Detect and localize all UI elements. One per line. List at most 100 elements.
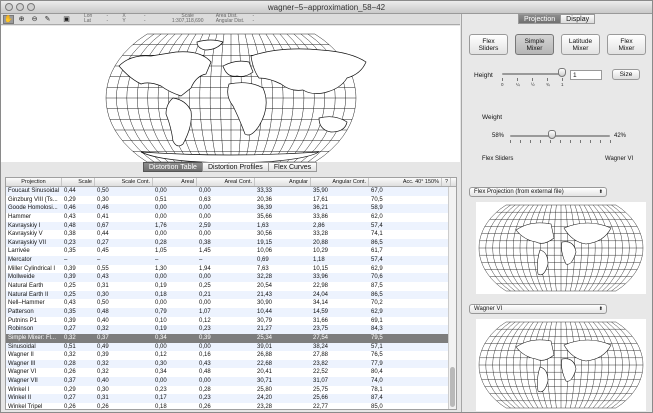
map-toolbar: ✋ ⊕ ⊖ ✎ ▣ Lon Lat -- XY -- Scale 1:307,118… [1, 14, 460, 25]
table-cell: 0,51 [64, 343, 76, 350]
height-value-field[interactable]: 1 [570, 70, 602, 80]
table-row[interactable]: Sinusoidal 0,51 0,49 0,00 0,00 39,01 38,24 57,1 [6, 342, 456, 352]
table-row[interactable]: Foucaut Sinusoidal 0,44 0,50 0,00 0,00 33,33 3… [6, 187, 456, 196]
zoom-window-button[interactable] [27, 3, 35, 11]
weight-slider-knob[interactable] [548, 130, 556, 139]
hand-tool-icon[interactable]: ✋ [3, 14, 14, 24]
table-cell: 0,48 [199, 369, 211, 376]
size-button[interactable]: Size [612, 69, 640, 80]
table-row[interactable]: Wagner VI 0,26 0,32 0,34 0,48 20,41 22,52 80,4 [6, 368, 456, 377]
table-cell: Kavrayskiy V [8, 231, 43, 238]
slider-tick [502, 78, 503, 81]
table-cell: 0,30 [155, 360, 167, 367]
table-cell: 1,07 [199, 308, 211, 315]
height-slider-knob[interactable] [558, 68, 566, 77]
minimize-window-button[interactable] [16, 3, 24, 11]
table-cell: Robinson [8, 326, 34, 333]
table-cell: Kavrayskiy I [8, 222, 41, 229]
table-cell: 0,35 [64, 308, 76, 315]
table-row[interactable]: Winkel I 0,29 0,30 0,23 0,28 25,80 25,75 78,1 [6, 386, 456, 395]
height-label: Height [474, 72, 493, 79]
table-row[interactable]: Putnins P1 0,39 0,40 0,10 0,12 30,79 31,66 69,1 [6, 317, 456, 326]
slider-tick-label: ½ [531, 82, 535, 87]
table-row[interactable]: Nell–Hammer 0,43 0,50 0,00 0,00 30,90 34,14 70,… [6, 299, 456, 308]
table-row[interactable]: Wagner II 0,32 0,39 0,12 0,16 26,88 27,88 76,5 [6, 351, 456, 360]
table-cell: 20,36 [257, 196, 273, 203]
table-row[interactable]: Wagner VII 0,37 0,40 0,00 0,00 30,71 31,07 74,0 [6, 377, 456, 386]
main-map-view[interactable] [1, 26, 460, 167]
table-row[interactable]: Ginzburg VIII (Ts... 0,29 0,30 0,51 0,63 20,3… [6, 196, 456, 205]
table-row[interactable]: Mercator – – – – 0,69 1,18 57,4 [6, 256, 456, 265]
table-row[interactable]: Simple Mixer: Fl... 0,32 0,37 0,34 0,39 25,34… [6, 333, 456, 343]
table-cell: 20,88 [313, 239, 329, 246]
fit-icon[interactable]: ▣ [61, 15, 72, 24]
table-cell: 0,34 [155, 334, 167, 341]
column-header[interactable]: Areal [153, 178, 197, 186]
slider-tick [540, 140, 541, 143]
table-cell: 36,21 [313, 205, 329, 212]
table-scrollbar[interactable] [448, 187, 456, 409]
table-row[interactable]: Winkel Tripel 0,26 0,26 0,18 0,26 23,28 22,77 8… [6, 403, 456, 409]
tab-distortion-table[interactable]: Distortion Table [142, 162, 203, 172]
table-row[interactable]: Goode Homolosi... 0,46 0,46 0,00 0,00 36,39 36… [6, 204, 456, 213]
second-projection-select[interactable]: Wagner VI ⬍ [469, 304, 607, 314]
flex-sliders-button[interactable]: Flex Sliders [469, 34, 508, 55]
table-row[interactable]: Mollweide 0,39 0,43 0,00 0,00 32,28 33,96 70,6 [6, 273, 456, 283]
table-cell: 0,00 [155, 274, 167, 281]
table-row[interactable]: Robinson 0,27 0,32 0,19 0,23 21,27 23,75 84,3 [6, 325, 456, 334]
column-header[interactable]: Acc. 40° 150% [369, 178, 442, 186]
table-cell: 10,44 [257, 308, 273, 315]
table-cell: Putnins P1 [8, 317, 38, 324]
table-cell: Winkel I [8, 386, 30, 393]
latitude-mixer-button[interactable]: Latitude Mixer [561, 34, 600, 55]
tab-display[interactable]: Display [560, 14, 596, 24]
weight-slider[interactable] [510, 135, 610, 137]
table-row[interactable]: Patterson 0,35 0,48 0,79 1,07 10,44 14,59 62,9 [6, 307, 456, 317]
column-header[interactable]: Scale [62, 178, 95, 186]
table-row[interactable]: Miller Cylindrical I 0,39 0,55 1,30 1,94 7,63… [6, 265, 456, 274]
chevron-down-icon: ⬍ [598, 189, 603, 195]
table-cell: 0,40 [97, 317, 109, 324]
zoom-out-icon[interactable]: ⊖ [29, 15, 40, 24]
table-row[interactable]: Larrivée 0,35 0,45 1,05 1,45 10,06 10,29 61,7 [6, 247, 456, 256]
table-row[interactable]: Natural Earth 0,25 0,31 0,19 0,25 20,54 22,98 8… [6, 282, 456, 291]
column-header[interactable]: Projection [6, 178, 62, 186]
column-header[interactable]: Angular Cont. [311, 178, 369, 186]
table-cell: 24,04 [313, 291, 329, 298]
table-cell: 1,63 [257, 222, 269, 229]
pencil-icon[interactable]: ✎ [42, 15, 53, 24]
window-title: wagner−5−approximation_58−42 [267, 3, 386, 12]
table-cell: 25,80 [257, 386, 273, 393]
column-header[interactable]: Scale Cont. [95, 178, 153, 186]
chevron-down-icon: ⬍ [598, 306, 603, 312]
table-cell: Kavrayskiy VII [8, 239, 47, 246]
table-row[interactable]: Kavrayskiy V 0,38 0,44 0,00 0,00 30,56 33,28 74… [6, 230, 456, 239]
tab-distortion-profiles[interactable]: Distortion Profiles [201, 162, 269, 172]
height-slider[interactable] [502, 73, 562, 75]
slider-tick [590, 140, 591, 143]
flex-projection-select[interactable]: Flex Projection (from external file) ⬍ [469, 187, 607, 197]
table-row[interactable]: Natural Earth II 0,25 0,30 0,18 0,21 21,43 24,… [6, 290, 456, 300]
slider-tick-label: ¼ [516, 82, 520, 87]
table-row[interactable]: Hammer 0,43 0,41 0,00 0,00 35,66 33,86 62,0 [6, 213, 456, 222]
tab-flex-curves[interactable]: Flex Curves [267, 162, 318, 172]
table-cell: 0,27 [64, 326, 76, 333]
table-cell: 70,6 [371, 274, 383, 281]
table-cell: 10,15 [313, 265, 329, 272]
column-header[interactable]: Angular [255, 178, 311, 186]
table-row[interactable]: Wagner III 0,28 0,32 0,30 0,43 22,68 23,82 77,9 [6, 359, 456, 369]
close-window-button[interactable] [5, 3, 13, 11]
table-row[interactable]: Winkel II 0,27 0,31 0,17 0,23 24,20 25,66 87,4 [6, 394, 456, 404]
table-cell: 38,24 [313, 343, 329, 350]
table-cell: 34,14 [313, 300, 329, 307]
column-header[interactable]: ? [442, 178, 451, 186]
simple-mixer-button[interactable]: Simple Mixer [515, 34, 554, 55]
zoom-in-icon[interactable]: ⊕ [16, 15, 27, 24]
column-header[interactable]: Areal Cont. [197, 178, 255, 186]
tab-projection[interactable]: Projection [518, 14, 562, 24]
scrollbar-thumb[interactable] [450, 367, 455, 407]
table-cell: 0,44 [64, 188, 76, 194]
table-row[interactable]: Kavrayskiy VII 0,23 0,27 0,28 0,38 19,15 20,88… [6, 238, 456, 248]
flex-mixer-button[interactable]: Flex Mixer [607, 34, 646, 55]
table-row[interactable]: Kavrayskiy I 0,48 0,67 1,76 2,59 1,63 2,86 57,4 [6, 221, 456, 231]
